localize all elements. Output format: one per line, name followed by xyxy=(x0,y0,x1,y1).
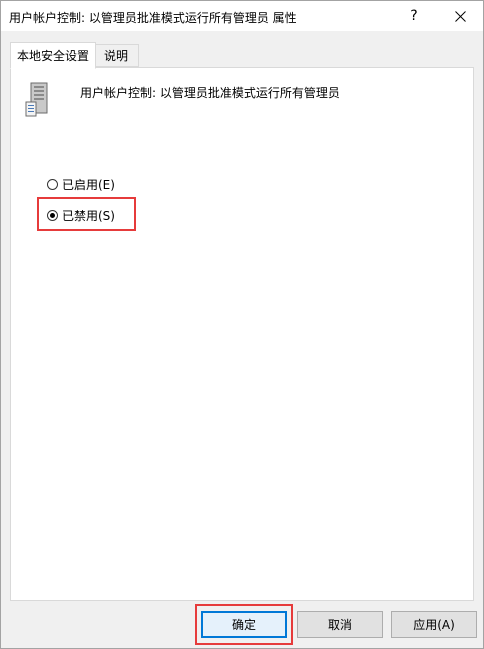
tab-panel: 用户帐户控制: 以管理员批准模式运行所有管理员 已启用(E) 已禁用(S) xyxy=(10,67,474,601)
title-bar: 用户帐户控制: 以管理员批准模式运行所有管理员 属性 ? xyxy=(1,1,483,31)
tab-local-security-setting[interactable]: 本地安全设置 xyxy=(10,42,96,69)
ok-button[interactable]: 确定 xyxy=(201,611,287,638)
policy-title: 用户帐户控制: 以管理员批准模式运行所有管理员 xyxy=(80,86,340,100)
tab-explain[interactable]: 说明 xyxy=(94,44,139,67)
help-icon: ? xyxy=(410,8,418,24)
properties-dialog: 用户帐户控制: 以管理员批准模式运行所有管理员 属性 ? 本地安全设置 说明 用… xyxy=(0,0,484,649)
apply-button[interactable]: 应用(A) xyxy=(391,611,477,638)
window-title: 用户帐户控制: 以管理员批准模式运行所有管理员 属性 xyxy=(9,11,297,25)
radio-enabled-label[interactable]: 已启用(E) xyxy=(62,176,115,193)
radio-disabled[interactable]: 已禁用(S) xyxy=(47,207,115,224)
server-policy-icon xyxy=(25,82,48,117)
radio-enabled-circle[interactable] xyxy=(47,179,58,190)
radio-disabled-label[interactable]: 已禁用(S) xyxy=(62,207,115,224)
close-icon xyxy=(454,10,466,22)
tab-label: 说明 xyxy=(103,49,128,63)
tab-label: 本地安全设置 xyxy=(16,49,89,63)
radio-enabled[interactable]: 已启用(E) xyxy=(47,176,115,193)
cancel-button[interactable]: 取消 xyxy=(297,611,383,638)
close-button[interactable] xyxy=(437,1,483,31)
radio-disabled-circle[interactable] xyxy=(47,210,58,221)
help-button[interactable]: ? xyxy=(391,1,437,31)
